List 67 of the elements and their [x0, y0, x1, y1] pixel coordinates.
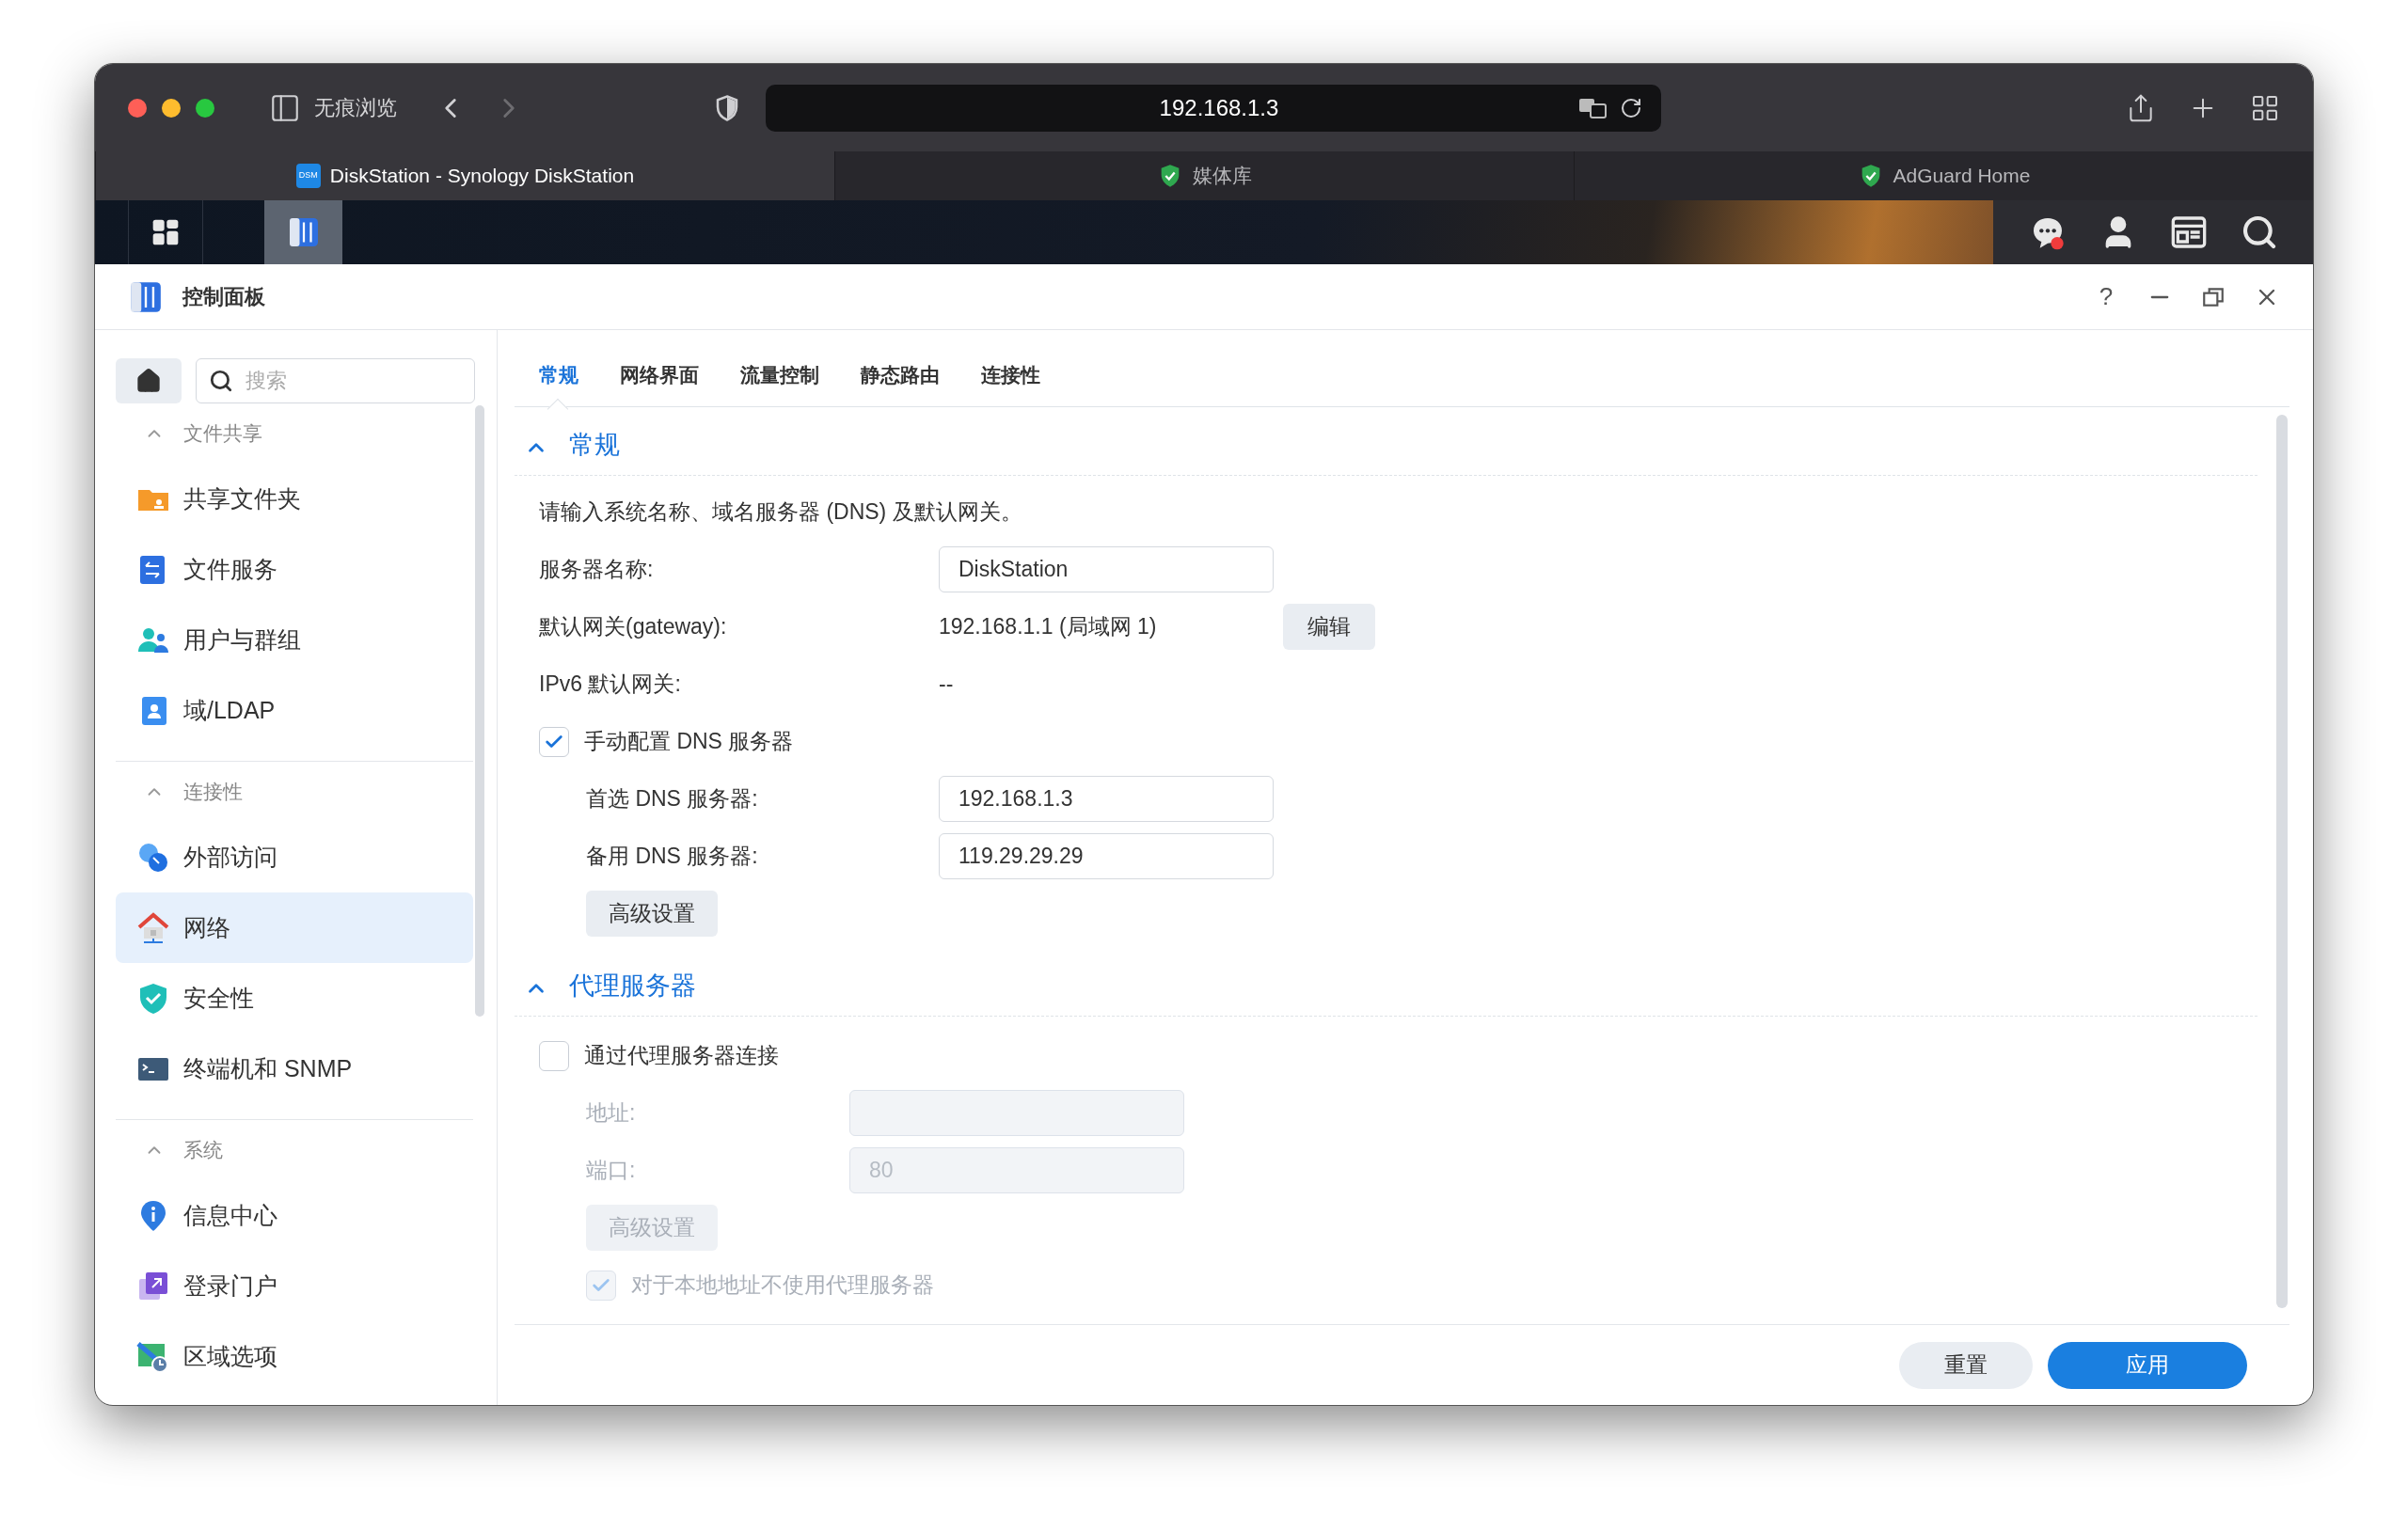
checkbox[interactable]	[539, 726, 569, 757]
help-button[interactable]: ?	[2092, 278, 2120, 315]
input-field[interactable]: DiskStation	[939, 546, 1274, 592]
advanced-settings-button[interactable]: 高级设置	[586, 891, 718, 937]
sidebar-item[interactable]: 信息中心	[116, 1180, 474, 1251]
url-text: 192.168.1.3	[1158, 93, 1280, 122]
tab[interactable]: 静态路由	[861, 359, 940, 390]
widget-panel-icon[interactable]	[2169, 213, 2208, 251]
browser-tab[interactable]: DSM DiskStation - Synology DiskStation	[95, 151, 834, 200]
sidebar-item[interactable]: 终端机和 SNMP	[116, 1034, 474, 1104]
tab-title: AdGuard Home	[1893, 164, 2031, 189]
field-label: 默认网关(gateway):	[539, 613, 728, 641]
sidebar-item[interactable]: 安全性	[116, 963, 474, 1034]
tab-title: DiskStation - Synology DiskStation	[329, 164, 635, 189]
favicon: DSM	[295, 164, 321, 188]
address-bar[interactable]: 192.168.1.3	[766, 84, 1661, 132]
input-field[interactable]: 192.168.1.3	[939, 776, 1274, 822]
field-label: 首选 DNS 服务器:	[586, 785, 759, 813]
sidebar-section-title: 连接性	[183, 780, 243, 805]
tab[interactable]: 流量控制	[740, 359, 819, 390]
input-field[interactable]: 119.29.29.29	[939, 833, 1274, 879]
search-field[interactable]: 搜索	[196, 358, 475, 403]
tab[interactable]: 连接性	[981, 359, 1040, 390]
window-title: 控制面板	[182, 284, 265, 310]
reset-button[interactable]: 重置	[1899, 1341, 2033, 1389]
apply-button[interactable]: 应用	[2048, 1341, 2247, 1389]
checkbox-label: 对于本地地址不使用代理服务器	[631, 1271, 934, 1300]
sidebar-item[interactable]: 域/LDAP	[116, 675, 474, 746]
field-value: --	[939, 671, 955, 699]
checkbox[interactable]	[539, 1040, 569, 1071]
field-value: 192.168.1.1 (局域网 1)	[939, 613, 1158, 641]
house-icon	[136, 910, 170, 945]
checkbox-label: 手动配置 DNS 服务器	[584, 728, 794, 756]
sidebar-item[interactable]: 文件服务	[116, 534, 474, 605]
control-panel-button[interactable]	[264, 200, 342, 264]
home-icon	[135, 368, 162, 394]
tab[interactable]: 常规	[539, 359, 578, 390]
reload-icon[interactable]	[1620, 96, 1642, 119]
scrollbar-thumb[interactable]	[2276, 415, 2288, 1308]
tab-title: 媒体库	[1193, 164, 1252, 189]
field-label: 地址:	[586, 1099, 637, 1128]
field-label: 端口:	[586, 1157, 637, 1185]
tab[interactable]: 网络界面	[620, 359, 699, 390]
sidebar-item[interactable]: 网络	[116, 892, 474, 963]
sidebar-item[interactable]: 登录门户	[116, 1251, 474, 1321]
field-label: IPv6 默认网关:	[539, 671, 682, 699]
sidebar-section-title: 文件共享	[183, 421, 262, 447]
description-text: 请输入系统名称、域名服务器 (DNS) 及默认网关。	[539, 498, 1022, 527]
close-light[interactable]	[128, 98, 147, 118]
private-browsing-label: 无痕浏览	[314, 95, 397, 121]
sidebar-item[interactable]: 外部访问	[116, 822, 474, 892]
zoom-light[interactable]	[196, 98, 214, 118]
section-title: 常规	[569, 429, 620, 461]
checkbox-label: 通过代理服务器连接	[584, 1042, 779, 1070]
minimize-light[interactable]	[162, 98, 181, 118]
sidebar-section-title: 系统	[183, 1138, 223, 1163]
sidebar-item[interactable]: 共享文件夹	[116, 464, 474, 534]
sidebar-item[interactable]: 用户与群组	[116, 605, 474, 675]
field-label: 服务器名称:	[539, 556, 655, 584]
scrollbar-thumb[interactable]	[475, 405, 485, 1017]
home-button[interactable]	[116, 358, 182, 403]
grid-icon	[150, 217, 181, 247]
edit-button[interactable]: 编辑	[1283, 604, 1375, 650]
search-icon	[209, 369, 233, 393]
sidebar-item[interactable]: 区域选项	[116, 1321, 474, 1392]
field-label: 备用 DNS 服务器:	[586, 843, 759, 871]
section-title: 代理服务器	[569, 970, 696, 1002]
